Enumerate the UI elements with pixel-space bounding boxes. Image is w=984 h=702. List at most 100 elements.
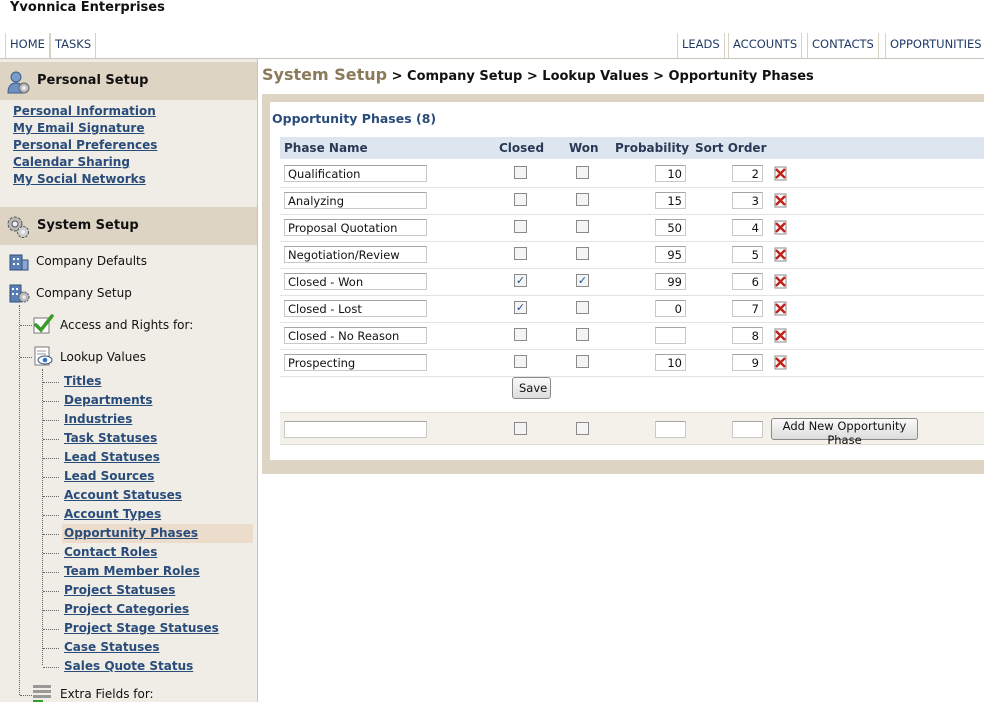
- new-sort-order-input[interactable]: [732, 421, 763, 438]
- sort-order-input[interactable]: [732, 300, 763, 317]
- delete-x-icon[interactable]: [773, 193, 788, 208]
- tree-connector: [43, 648, 59, 649]
- column-won: Won: [569, 141, 599, 155]
- personal-setup-title: Personal Setup: [37, 73, 149, 88]
- closed-checkbox[interactable]: [514, 220, 527, 233]
- phase-name-input[interactable]: [284, 165, 427, 182]
- delete-x-icon[interactable]: [773, 274, 788, 289]
- probability-input[interactable]: [655, 165, 686, 182]
- phase-row: [280, 323, 984, 350]
- link-email-signature[interactable]: My Email Signature: [13, 121, 144, 135]
- building-gear-icon: [9, 284, 30, 303]
- sort-order-input[interactable]: [732, 165, 763, 182]
- tree-connector: [43, 572, 59, 573]
- lookup-link-sales-quote-status[interactable]: Sales Quote Status: [64, 659, 193, 673]
- link-social-networks[interactable]: My Social Networks: [13, 172, 146, 186]
- lookup-link-task-statuses[interactable]: Task Statuses: [64, 431, 157, 445]
- nav-home[interactable]: HOME: [5, 33, 50, 58]
- closed-checkbox[interactable]: [514, 328, 527, 341]
- probability-input[interactable]: [655, 300, 686, 317]
- won-checkbox[interactable]: ✓: [576, 274, 589, 287]
- lookup-link-industries[interactable]: Industries: [64, 412, 132, 426]
- nav-leads[interactable]: LEADS: [677, 33, 725, 58]
- lookup-values-item[interactable]: Lookup Values: [60, 350, 146, 364]
- tree-connector: [43, 496, 59, 497]
- sort-order-input[interactable]: [732, 273, 763, 290]
- lookup-link-lead-statuses[interactable]: Lead Statuses: [64, 450, 160, 464]
- lookup-link-project-statuses[interactable]: Project Statuses: [64, 583, 175, 597]
- link-personal-information[interactable]: Personal Information: [13, 104, 156, 118]
- link-personal-preferences[interactable]: Personal Preferences: [13, 138, 157, 152]
- phase-name-input[interactable]: [284, 246, 427, 263]
- delete-x-icon[interactable]: [773, 328, 788, 343]
- won-checkbox[interactable]: [576, 166, 589, 179]
- lookup-link-account-types[interactable]: Account Types: [64, 507, 161, 521]
- opportunity-phases-panel: Opportunity Phases (8) Phase Name Closed…: [262, 94, 984, 474]
- sort-order-input[interactable]: [732, 246, 763, 263]
- lookup-link-contact-roles[interactable]: Contact Roles: [64, 545, 157, 559]
- tree-connector: [43, 553, 59, 554]
- won-checkbox[interactable]: [576, 193, 589, 206]
- lookup-link-opportunity-phases[interactable]: Opportunity Phases: [62, 524, 253, 543]
- sort-order-input[interactable]: [732, 192, 763, 209]
- nav-opportunities[interactable]: OPPORTUNITIES: [885, 33, 984, 58]
- probability-input[interactable]: [655, 273, 686, 290]
- closed-checkbox[interactable]: [514, 193, 527, 206]
- nav-tasks[interactable]: TASKS: [50, 33, 97, 58]
- company-defaults-item[interactable]: Company Defaults: [36, 254, 147, 268]
- delete-x-icon[interactable]: [773, 301, 788, 316]
- new-won-checkbox[interactable]: [576, 422, 589, 435]
- company-setup-item[interactable]: Company Setup: [36, 286, 132, 300]
- sort-order-input[interactable]: [732, 327, 763, 344]
- system-setup-header: System Setup: [0, 207, 257, 245]
- lookup-link-project-categories[interactable]: Project Categories: [64, 602, 189, 616]
- delete-x-icon[interactable]: [773, 166, 788, 181]
- save-button[interactable]: Save: [512, 377, 551, 399]
- link-calendar-sharing[interactable]: Calendar Sharing: [13, 155, 130, 169]
- phase-name-input[interactable]: [284, 273, 427, 290]
- lookup-link-team-member-roles[interactable]: Team Member Roles: [64, 564, 200, 578]
- closed-checkbox[interactable]: [514, 247, 527, 260]
- probability-input[interactable]: [655, 354, 686, 371]
- phase-name-input[interactable]: [284, 327, 427, 344]
- new-closed-checkbox[interactable]: [514, 422, 527, 435]
- probability-input[interactable]: [655, 246, 686, 263]
- add-phase-button[interactable]: Add New Opportunity Phase: [771, 418, 918, 447]
- phase-name-input[interactable]: [284, 354, 427, 371]
- closed-checkbox[interactable]: [514, 166, 527, 179]
- extra-fields-item[interactable]: Extra Fields for:: [60, 687, 154, 701]
- won-checkbox[interactable]: [576, 355, 589, 368]
- phase-name-input[interactable]: [284, 192, 427, 209]
- new-probability-input[interactable]: [655, 421, 686, 438]
- access-rights-item[interactable]: Access and Rights for:: [60, 318, 193, 332]
- won-checkbox[interactable]: [576, 301, 589, 314]
- phase-name-input[interactable]: [284, 300, 427, 317]
- breadcrumb-head[interactable]: System Setup: [262, 65, 387, 84]
- delete-x-icon[interactable]: [773, 220, 788, 235]
- sort-order-input[interactable]: [732, 219, 763, 236]
- won-checkbox[interactable]: [576, 247, 589, 260]
- won-checkbox[interactable]: [576, 220, 589, 233]
- delete-x-icon[interactable]: [773, 247, 788, 262]
- lookup-link-account-statuses[interactable]: Account Statuses: [64, 488, 182, 502]
- new-phase-name-input[interactable]: [284, 421, 427, 438]
- nav-contacts[interactable]: CONTACTS: [807, 33, 879, 58]
- delete-x-icon[interactable]: [773, 355, 788, 370]
- closed-checkbox[interactable]: ✓: [514, 274, 527, 287]
- lookup-link-lead-sources[interactable]: Lead Sources: [64, 469, 154, 483]
- phase-row: [280, 215, 984, 242]
- top-navigation: HOME TASKS LEADS ACCOUNTS CONTACTS OPPOR…: [0, 33, 984, 59]
- phase-name-input[interactable]: [284, 219, 427, 236]
- probability-input[interactable]: [655, 219, 686, 236]
- probability-input[interactable]: [655, 327, 686, 344]
- closed-checkbox[interactable]: ✓: [514, 301, 527, 314]
- lookup-link-departments[interactable]: Departments: [64, 393, 153, 407]
- sort-order-input[interactable]: [732, 354, 763, 371]
- probability-input[interactable]: [655, 192, 686, 209]
- nav-accounts[interactable]: ACCOUNTS: [728, 33, 803, 58]
- lookup-link-case-statuses[interactable]: Case Statuses: [64, 640, 160, 654]
- won-checkbox[interactable]: [576, 328, 589, 341]
- closed-checkbox[interactable]: [514, 355, 527, 368]
- lookup-link-project-stage-statuses[interactable]: Project Stage Statuses: [64, 621, 219, 635]
- lookup-link-titles[interactable]: Titles: [64, 374, 101, 388]
